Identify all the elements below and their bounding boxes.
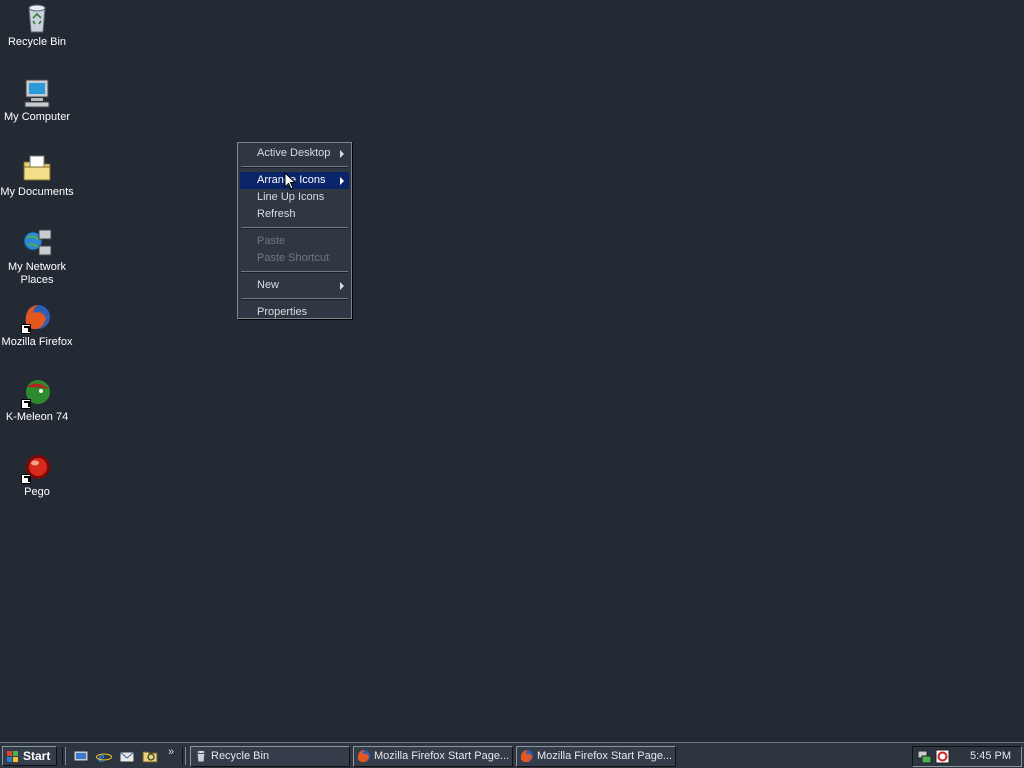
desktop-icon-label: Pego	[24, 486, 50, 498]
recycle-bin-icon	[21, 2, 53, 34]
menu-item-active-desktop[interactable]: Active Desktop	[240, 145, 349, 162]
network-places-icon	[21, 227, 53, 259]
menu-item-label: Paste Shortcut	[257, 252, 330, 264]
toolbar-grip[interactable]	[182, 747, 186, 765]
mouse-cursor-icon	[284, 172, 296, 190]
desktop-icon-firefox[interactable]: Mozilla Firefox	[0, 302, 74, 349]
menu-separator	[241, 298, 348, 300]
menu-item-label: Properties	[257, 306, 308, 318]
taskbar-button-recycle-bin[interactable]: Recycle Bin	[190, 746, 350, 767]
menu-item-label: Paste	[257, 235, 286, 247]
menu-item-paste-shortcut[interactable]: Paste Shortcut	[240, 250, 349, 267]
menu-item-label: Refresh	[257, 208, 296, 220]
start-button[interactable]: Start	[2, 746, 57, 766]
menu-separator	[241, 271, 348, 273]
menu-item-label: Active Desktop	[257, 147, 331, 159]
svg-text:e: e	[98, 750, 105, 764]
desktop-icon-label: K-Meleon 74	[5, 411, 69, 423]
shortcut-arrow-icon	[21, 474, 31, 484]
my-documents-icon	[21, 152, 53, 184]
outlook-icon[interactable]	[119, 748, 135, 764]
show-desktop-icon[interactable]	[73, 748, 89, 764]
desktop-icon-my-computer[interactable]: My Computer	[0, 77, 74, 124]
menu-separator	[241, 166, 348, 168]
taskbar-button-firefox-1[interactable]: Mozilla Firefox Start Page...	[353, 746, 513, 767]
clock[interactable]: 5:45 PM	[970, 747, 1011, 766]
taskbar-button-firefox-2[interactable]: Mozilla Firefox Start Page...	[516, 746, 676, 767]
my-computer-icon	[21, 77, 53, 109]
firefox-icon	[21, 302, 53, 334]
desktop-icon-label: Recycle Bin	[7, 36, 67, 48]
task-label: Recycle Bin	[211, 750, 270, 762]
recycle-bin-icon	[196, 750, 206, 763]
desktop-icon-k-meleon[interactable]: K-Meleon 74	[0, 377, 74, 424]
task-label: Mozilla Firefox Start Page...	[537, 750, 673, 762]
pego-icon	[21, 452, 53, 484]
desktop-icon-pego[interactable]: Pego	[0, 452, 74, 499]
menu-item-new[interactable]: New	[240, 277, 349, 294]
menu-item-line-up-icons[interactable]: Line Up Icons	[240, 189, 349, 206]
submenu-arrow-icon	[340, 177, 344, 185]
firefox-icon	[520, 750, 533, 763]
menu-item-paste[interactable]: Paste	[240, 233, 349, 250]
shortcut-arrow-icon	[21, 399, 31, 409]
explorer-icon[interactable]	[142, 748, 158, 764]
firefox-icon	[357, 750, 370, 763]
k-meleon-icon	[21, 377, 53, 409]
windows-flag-icon	[7, 751, 18, 762]
system-tray: 5:45 PM	[912, 746, 1022, 767]
internet-explorer-icon[interactable]: e	[96, 748, 112, 764]
task-label: Mozilla Firefox Start Page...	[374, 750, 510, 762]
submenu-arrow-icon	[340, 282, 344, 290]
shortcut-arrow-icon	[21, 324, 31, 334]
desktop-icon-my-documents[interactable]: My Documents	[0, 152, 74, 199]
menu-item-properties[interactable]: Properties	[240, 304, 349, 321]
desktop-icon-label: My Network Places	[7, 261, 67, 286]
menu-item-label: Line Up Icons	[257, 191, 325, 203]
menu-item-label: New	[257, 279, 280, 291]
quick-launch-chevron[interactable]: »	[168, 746, 174, 758]
toolbar-grip[interactable]	[62, 747, 66, 765]
desktop-icon-recycle-bin[interactable]: Recycle Bin	[0, 2, 74, 49]
submenu-arrow-icon	[340, 150, 344, 158]
desktop-icon-label: Mozilla Firefox	[1, 336, 73, 348]
antivirus-icon[interactable]	[935, 749, 950, 764]
start-label: Start	[23, 749, 51, 763]
menu-item-refresh[interactable]: Refresh	[240, 206, 349, 223]
desktop-icon-network-places[interactable]: My Network Places	[0, 227, 74, 287]
desktop-icon-label: My Documents	[0, 186, 74, 198]
network-icon[interactable]	[917, 749, 932, 764]
taskbar: Start e » Recycle Bin Mozilla Firefox St…	[0, 742, 1024, 768]
menu-separator	[241, 227, 348, 229]
desktop-icon-label: My Computer	[3, 111, 71, 123]
desktop-context-menu: Active Desktop Arrange Icons Line Up Ico…	[237, 142, 352, 319]
